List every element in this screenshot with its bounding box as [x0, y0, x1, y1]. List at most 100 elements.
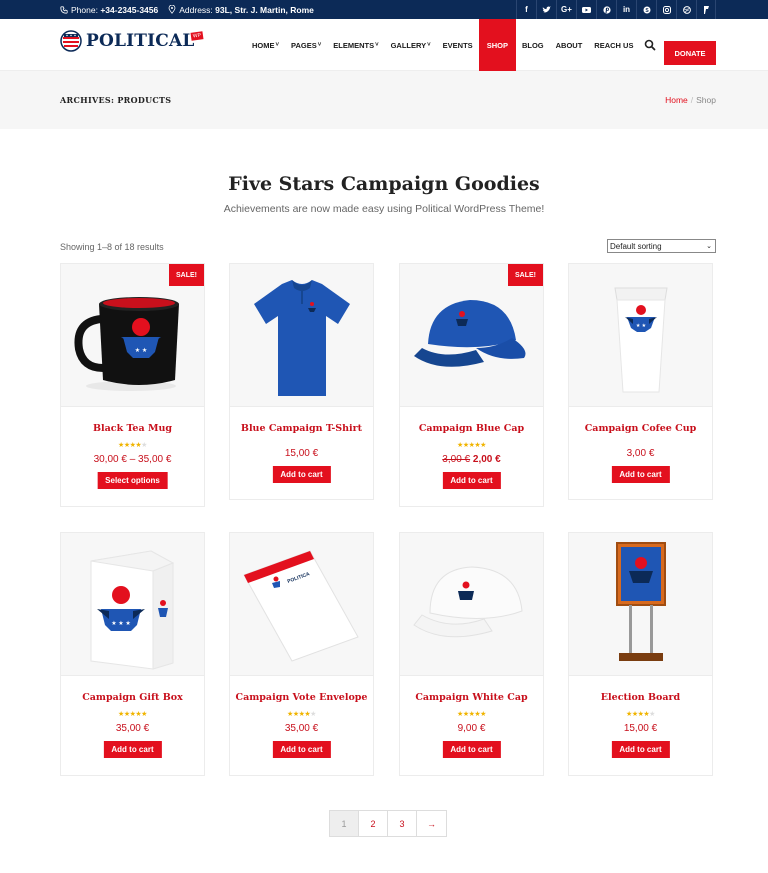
add-to-cart-button[interactable]: Add to cart — [611, 741, 670, 758]
result-count: Showing 1–8 of 18 results — [60, 242, 164, 252]
dribbble-icon[interactable] — [676, 0, 696, 19]
add-to-cart-button[interactable]: Add to cart — [442, 472, 501, 489]
breadcrumb-separator: / — [690, 95, 694, 105]
page-3[interactable]: 3 — [388, 811, 417, 836]
product-card[interactable]: SALE! Campaign Blue Cap ★★★★★ 3,00 € 2,00 €… — [399, 263, 544, 507]
add-to-cart-button[interactable]: Add to cart — [103, 741, 162, 758]
instagram-icon[interactable] — [656, 0, 676, 19]
product-card[interactable]: ★ ★ ★ Campaign Gift Box ★★★★★ 35,00 € Add to… — [60, 532, 205, 776]
breadcrumb: Home / Shop — [665, 95, 716, 105]
nav-home[interactable]: HOME ˅ — [246, 19, 285, 71]
nav-events[interactable]: EVENTS — [437, 19, 479, 71]
logo-emblem-icon — [60, 30, 82, 52]
svg-text:★ ★ ★: ★ ★ ★ — [111, 620, 130, 627]
add-to-cart-button[interactable]: Add to cart — [611, 466, 670, 483]
breadcrumb-home[interactable]: Home — [665, 95, 688, 105]
sale-price: 2,00 € — [472, 454, 501, 465]
rating-stars: ★★★★★ — [457, 442, 486, 449]
product-name[interactable]: Campaign Vote Envelope — [230, 692, 373, 703]
sort-select[interactable]: Default sorting ⌄ — [607, 239, 716, 253]
pinterest-icon[interactable] — [596, 0, 616, 19]
logo-text: POLITICAL — [86, 31, 195, 51]
chevron-down-icon: ˅ — [375, 42, 379, 48]
svg-text:★ ★: ★ ★ — [135, 347, 147, 354]
chevron-down-icon: ˅ — [427, 42, 431, 48]
search-icon[interactable] — [643, 38, 657, 52]
donate-button[interactable]: DONATE — [664, 41, 716, 65]
rating-stars: ★★★★★ — [118, 711, 147, 718]
page-title-bar: ARCHIVES: PRODUCTS Home / Shop — [0, 71, 768, 129]
location-icon — [168, 5, 176, 14]
nav-gallery[interactable]: GALLERY ˅ — [385, 19, 437, 71]
nav-shop[interactable]: SHOP — [478, 19, 516, 71]
product-image[interactable]: ★ ★ ★ — [61, 533, 204, 676]
address-info: Address: 93L, Str. J. Martin, Rome — [168, 5, 314, 15]
product-price: 3,00 € 2,00 € — [400, 454, 543, 465]
foursquare-icon[interactable] — [696, 0, 716, 19]
next-page-arrow[interactable]: → — [417, 811, 446, 836]
sale-badge: SALE! — [508, 264, 543, 286]
product-image[interactable]: POLITICA — [230, 533, 373, 676]
top-bar: Phone: +34-2345-3456 Address: 93L, Str. … — [0, 0, 768, 19]
nav-blog[interactable]: BLOG — [516, 19, 550, 71]
logo-badge: WP — [190, 31, 204, 41]
svg-text:★ ★: ★ ★ — [636, 323, 647, 329]
youtube-icon[interactable] — [576, 0, 596, 19]
nav-reach-us[interactable]: REACH US — [588, 19, 639, 71]
product-card[interactable]: ★ ★ SALE! Black Tea Mug ★★★★★ 30,00 € – 35,0… — [60, 263, 205, 507]
chevron-down-icon: ˅ — [275, 42, 280, 48]
product-name[interactable]: Campaign Blue Cap — [400, 423, 543, 434]
product-name[interactable]: Black Tea Mug — [61, 423, 204, 434]
old-price: 3,00 € — [442, 454, 471, 465]
nav-about[interactable]: ABOUT — [550, 19, 589, 71]
google-plus-icon[interactable]: G+ — [556, 0, 576, 19]
product-card[interactable]: Campaign White Cap ★★★★★ 9,00 € Add to cart — [399, 532, 544, 776]
page-title: ARCHIVES: PRODUCTS — [60, 95, 172, 105]
product-name[interactable]: Campaign Cofee Cup — [569, 423, 712, 434]
site-logo[interactable]: POLITICAL WP — [60, 30, 204, 52]
product-image[interactable]: ★ ★ — [569, 264, 712, 407]
product-card[interactable]: POLITICA Campaign Vote Envelope ★★★★★ 35,00… — [229, 532, 374, 776]
phone-icon — [60, 5, 68, 14]
facebook-icon[interactable]: f — [516, 0, 536, 19]
sale-badge: SALE! — [169, 264, 204, 286]
phone-number: +34-2345-3456 — [100, 4, 159, 15]
product-price: 3,00 € — [626, 448, 655, 459]
product-price: 15,00 € — [284, 448, 319, 459]
add-to-cart-button[interactable]: Add to cart — [442, 741, 501, 758]
main-nav: HOME ˅ PAGES ˅ ELEMENTS ˅ GALLERY ˅ EVENTS S… — [246, 19, 639, 71]
add-to-cart-button[interactable]: Add to cart — [272, 466, 331, 483]
address-text: 93L, Str. J. Martin, Rome — [215, 4, 314, 15]
product-name[interactable]: Campaign White Cap — [400, 692, 543, 703]
product-name[interactable]: Election Board — [569, 692, 712, 703]
product-image[interactable] — [569, 533, 712, 676]
product-card[interactable]: Blue Campaign T-Shirt 15,00 € Add to cart — [229, 263, 374, 500]
rating-stars: ★★★★★ — [626, 711, 655, 718]
nav-elements[interactable]: ELEMENTS ˅ — [327, 19, 384, 71]
site-header: POLITICAL WP HOME ˅ PAGES ˅ ELEMENTS ˅ GALL… — [0, 19, 768, 71]
product-name[interactable]: Blue Campaign T-Shirt — [230, 423, 373, 434]
pagination: 1 2 3 → — [329, 810, 447, 837]
twitter-icon[interactable] — [536, 0, 556, 19]
rating-stars: ★★★★★ — [457, 711, 486, 718]
sort-selected-value: Default sorting — [610, 241, 662, 251]
linkedin-icon[interactable]: in — [616, 0, 636, 19]
product-name[interactable]: Campaign Gift Box — [61, 692, 204, 703]
section-subtitle: Achievements are now made easy using Pol… — [223, 203, 545, 215]
skype-icon[interactable]: S — [636, 0, 656, 19]
page-2[interactable]: 2 — [359, 811, 388, 836]
add-to-cart-button[interactable]: Add to cart — [272, 741, 331, 758]
product-image[interactable] — [230, 264, 373, 407]
chevron-down-icon: ⌄ — [706, 243, 712, 250]
add-to-cart-button[interactable]: Select options — [97, 472, 168, 489]
product-price: 35,00 € — [284, 723, 319, 734]
phone-label: Phone: — [71, 4, 98, 15]
product-image[interactable] — [400, 533, 543, 676]
nav-pages[interactable]: PAGES ˅ — [285, 19, 327, 71]
product-card[interactable]: Election Board ★★★★★ 15,00 € Add to cart — [568, 532, 713, 776]
address-label: Address: — [179, 4, 213, 15]
page-1[interactable]: 1 — [330, 811, 359, 836]
social-links: f G+ in S — [516, 0, 716, 19]
product-card[interactable]: ★ ★ Campaign Cofee Cup 3,00 € Add to cart — [568, 263, 713, 500]
chevron-down-icon: ˅ — [317, 42, 322, 48]
